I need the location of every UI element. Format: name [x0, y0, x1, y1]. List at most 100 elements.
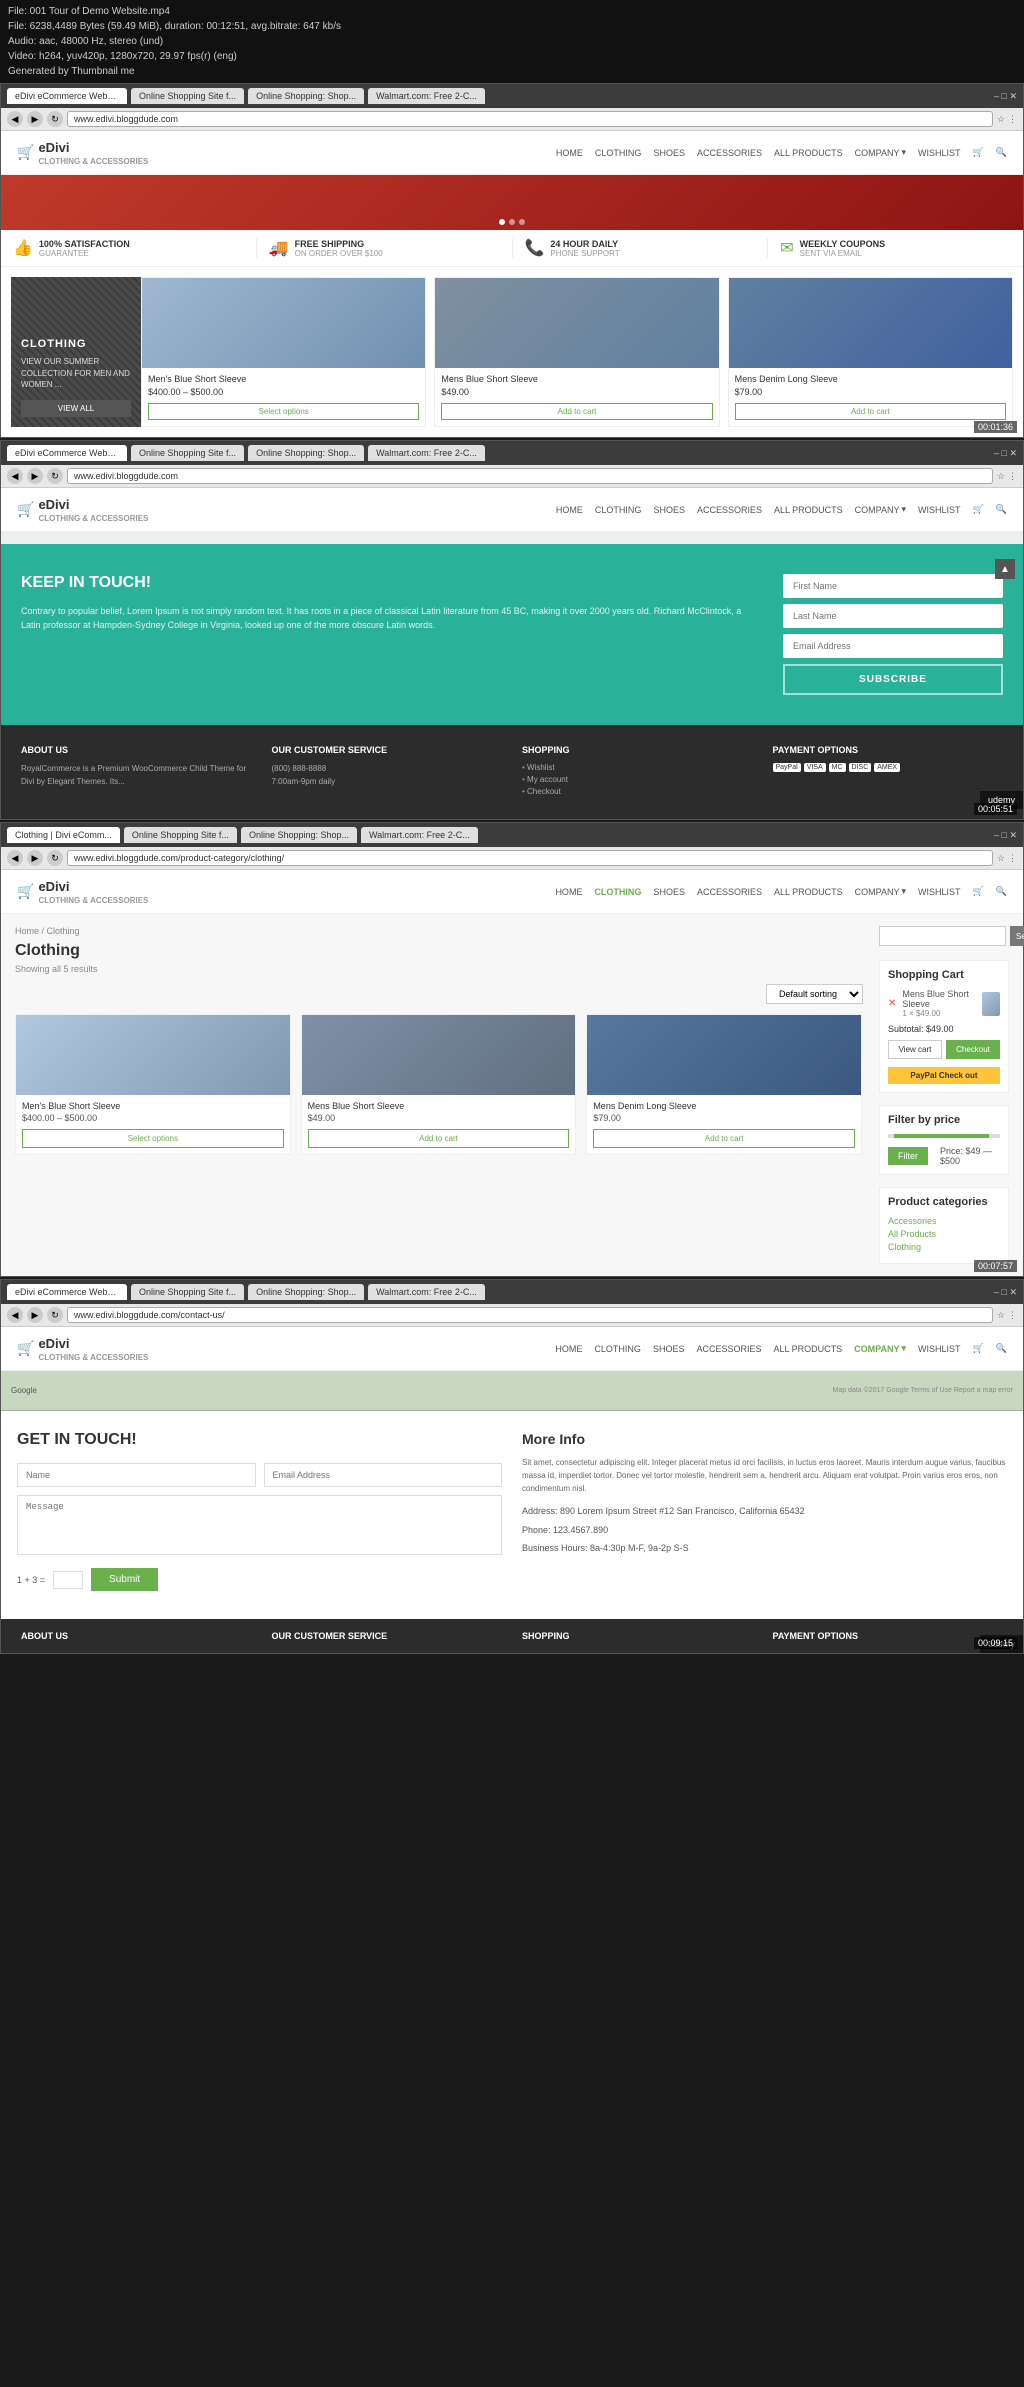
nav-company-2[interactable]: COMPANY ▾: [855, 504, 906, 515]
nav-allproducts-1[interactable]: ALL PRODUCTS: [774, 148, 843, 158]
nav-home-4[interactable]: HOME: [555, 1344, 582, 1354]
star-icon-2[interactable]: ☆: [997, 471, 1005, 482]
product-grid-btn-3-2[interactable]: Add to cart: [308, 1129, 570, 1148]
nav-shoes-2[interactable]: SHOES: [653, 505, 685, 515]
browser-tab-3-2[interactable]: Online Shopping Site f...: [124, 827, 237, 843]
view-cart-button-3[interactable]: View cart: [888, 1040, 942, 1059]
nav-allproducts-2[interactable]: ALL PRODUCTS: [774, 505, 843, 515]
nav-clothing-2[interactable]: CLOTHING: [595, 505, 642, 515]
browser-tab-2-2[interactable]: Online Shopping Site f...: [131, 445, 244, 461]
browser-tab-4-3[interactable]: Online Shopping: Shop...: [248, 1284, 364, 1300]
slider-dot-3[interactable]: [519, 219, 525, 225]
nav-accessories-1[interactable]: ACCESSORIES: [697, 148, 762, 158]
sidebar-search-button-3[interactable]: Search: [1010, 926, 1024, 946]
browser-tab-4-2[interactable]: Online Shopping Site f...: [131, 1284, 244, 1300]
browser-tab-2-3[interactable]: Online Shopping: Shop...: [248, 445, 364, 461]
captcha-input-4[interactable]: [53, 1571, 83, 1589]
category-clothing-3[interactable]: Clothing: [888, 1242, 1000, 1252]
back-button-1[interactable]: ◀: [7, 111, 23, 127]
lastname-input[interactable]: [783, 604, 1003, 628]
sort-select-3[interactable]: Default sorting: [766, 984, 863, 1004]
nav-clothing-3-active[interactable]: CLOTHING: [594, 887, 641, 897]
email-input[interactable]: [783, 634, 1003, 658]
nav-allproducts-3[interactable]: ALL PRODUCTS: [774, 887, 843, 897]
nav-home-1[interactable]: HOME: [556, 148, 583, 158]
category-accessories-3[interactable]: Accessories: [888, 1216, 1000, 1226]
refresh-button-3[interactable]: ↻: [47, 850, 63, 866]
filter-button-3[interactable]: Filter: [888, 1147, 928, 1165]
slider-dot-2[interactable]: [509, 219, 515, 225]
nav-shoes-4[interactable]: SHOES: [653, 1344, 685, 1354]
forward-button-3[interactable]: ▶: [27, 850, 43, 866]
nav-accessories-3[interactable]: ACCESSORIES: [697, 887, 762, 897]
nav-accessories-4[interactable]: ACCESSORIES: [696, 1344, 761, 1354]
contact-email-input-4[interactable]: [264, 1463, 503, 1487]
forward-button-2[interactable]: ▶: [27, 468, 43, 484]
browser-tab-1-2[interactable]: Online Shopping Site f...: [131, 88, 244, 104]
refresh-button-1[interactable]: ↻: [47, 111, 63, 127]
menu-icon-2[interactable]: ⋮: [1008, 471, 1017, 482]
address-bar-4[interactable]: www.edivi.bloggdude.com/contact-us/: [67, 1307, 993, 1323]
product-grid-btn-3-3[interactable]: Add to cart: [593, 1129, 855, 1148]
footer-wishlist-2[interactable]: Wishlist: [522, 763, 753, 772]
nav-shoes-3[interactable]: SHOES: [653, 887, 685, 897]
subscribe-button[interactable]: SUBSCRIBE: [783, 664, 1003, 695]
browser-window-controls[interactable]: – □ ✕: [994, 91, 1017, 102]
back-button-3[interactable]: ◀: [7, 850, 23, 866]
product-grid-btn-3-1[interactable]: Select options: [22, 1129, 284, 1148]
checkout-button-3[interactable]: Checkout: [946, 1040, 1000, 1059]
nav-clothing-4[interactable]: CLOTHING: [594, 1344, 641, 1354]
nav-wishlist-4[interactable]: WISHLIST: [918, 1344, 961, 1354]
star-icon-1[interactable]: ☆: [997, 114, 1005, 125]
browser-tab-4-active[interactable]: eDivi eCommerce Webs...: [7, 1284, 127, 1300]
browser-tab-1-3[interactable]: Online Shopping: Shop...: [248, 88, 364, 104]
nav-wishlist-2[interactable]: WISHLIST: [918, 505, 961, 515]
address-bar-1[interactable]: www.edivi.bloggdude.com: [67, 111, 993, 127]
submit-button-4[interactable]: Submit: [91, 1568, 158, 1591]
back-button-2[interactable]: ◀: [7, 468, 23, 484]
firstname-input[interactable]: [783, 574, 1003, 598]
nav-allproducts-4[interactable]: ALL PRODUCTS: [773, 1344, 842, 1354]
search-nav-icon-1[interactable]: 🔍: [996, 147, 1007, 158]
search-nav-icon-2[interactable]: 🔍: [996, 504, 1007, 515]
product-btn-1-2[interactable]: Add to cart: [441, 403, 712, 420]
cart-nav-icon-2[interactable]: 🛒: [973, 504, 984, 515]
category-allproducts-3[interactable]: All Products: [888, 1229, 1000, 1239]
address-bar-2[interactable]: www.edivi.bloggdude.com: [67, 468, 993, 484]
nav-company-3[interactable]: COMPANY ▾: [855, 886, 906, 897]
star-icon-3[interactable]: ☆: [997, 853, 1005, 864]
product-btn-1-1[interactable]: Select options: [148, 403, 419, 420]
refresh-button-4[interactable]: ↻: [47, 1307, 63, 1323]
menu-icon-4[interactable]: ⋮: [1008, 1310, 1017, 1321]
browser-tab-4-4[interactable]: Walmart.com: Free 2-C...: [368, 1284, 485, 1300]
menu-icon-3[interactable]: ⋮: [1008, 853, 1017, 864]
search-nav-icon-3[interactable]: 🔍: [996, 886, 1007, 897]
scroll-top-button-2[interactable]: ▲: [995, 559, 1015, 579]
product-btn-1-3[interactable]: Add to cart: [735, 403, 1006, 420]
cart-nav-icon-1[interactable]: 🛒: [973, 147, 984, 158]
nav-wishlist-3[interactable]: WISHLIST: [918, 887, 961, 897]
price-slider-3[interactable]: [888, 1134, 1000, 1138]
browser-tab-3-3[interactable]: Online Shopping: Shop...: [241, 827, 357, 843]
nav-home-3[interactable]: HOME: [555, 887, 582, 897]
browser-tab-3-4[interactable]: Walmart.com: Free 2-C...: [361, 827, 478, 843]
nav-home-2[interactable]: HOME: [556, 505, 583, 515]
browser-tab-1-4[interactable]: Walmart.com: Free 2-C...: [368, 88, 485, 104]
footer-checkout-2[interactable]: Checkout: [522, 787, 753, 796]
cart-nav-icon-3[interactable]: 🛒: [973, 886, 984, 897]
browser-window-controls-3[interactable]: – □ ✕: [994, 830, 1017, 841]
contact-name-input-4[interactable]: [17, 1463, 256, 1487]
browser-tab-2-4[interactable]: Walmart.com: Free 2-C...: [368, 445, 485, 461]
footer-myaccount-2[interactable]: My account: [522, 775, 753, 784]
contact-message-input-4[interactable]: [17, 1495, 502, 1555]
forward-button-4[interactable]: ▶: [27, 1307, 43, 1323]
nav-wishlist-1[interactable]: WISHLIST: [918, 148, 961, 158]
forward-button-1[interactable]: ▶: [27, 111, 43, 127]
nav-accessories-2[interactable]: ACCESSORIES: [697, 505, 762, 515]
paypal-button-3[interactable]: PayPal Check out: [888, 1067, 1000, 1084]
browser-tab-1-active[interactable]: eDivi eCommerce Webs...: [7, 88, 127, 104]
browser-window-controls-2[interactable]: – □ ✕: [994, 448, 1017, 459]
search-nav-icon-4[interactable]: 🔍: [996, 1343, 1007, 1354]
cart-remove-icon-3[interactable]: ✕: [888, 998, 896, 1009]
sidebar-search-input-3[interactable]: [879, 926, 1006, 946]
